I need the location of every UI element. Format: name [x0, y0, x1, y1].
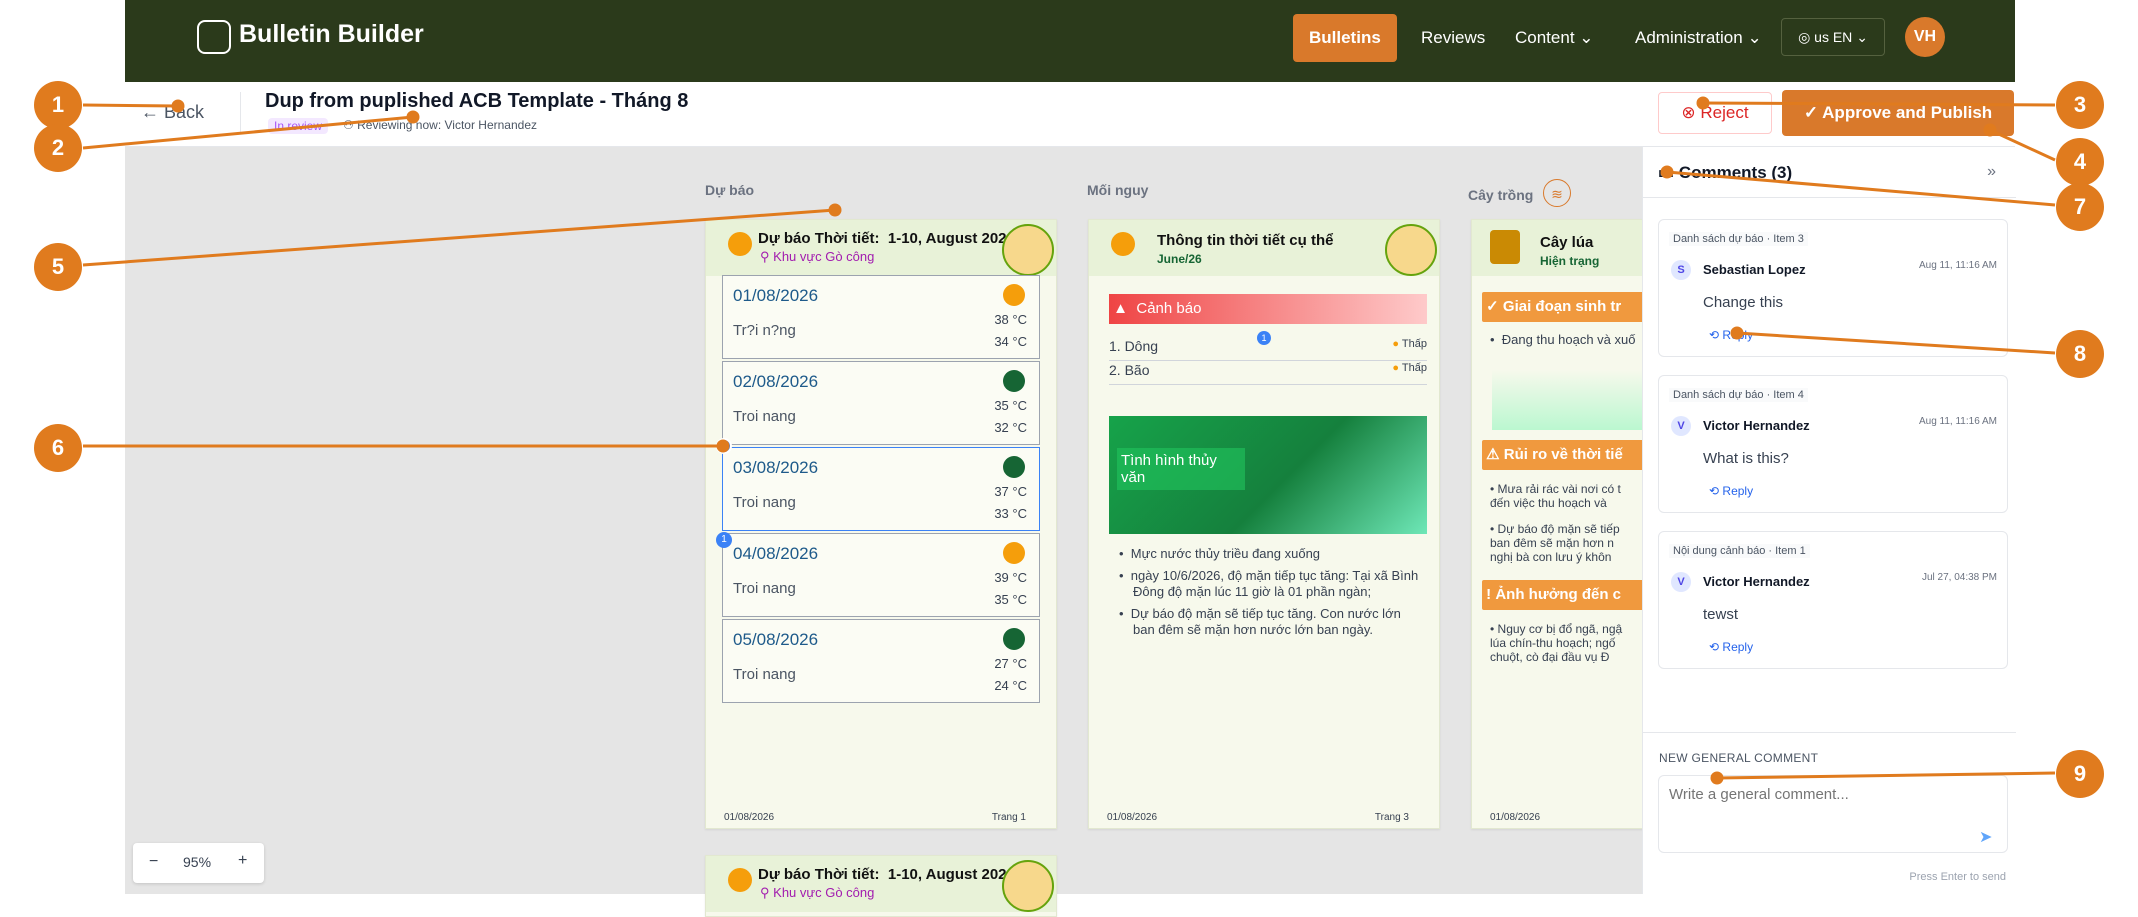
- annotation-marker-3: 3: [2056, 81, 2104, 129]
- annotation-marker-6: 6: [34, 424, 82, 472]
- annotation-marker-5: 5: [34, 243, 82, 291]
- annotation-marker-2: 2: [34, 124, 82, 172]
- annotation-marker-1: 1: [34, 81, 82, 129]
- annotation-marker-7: 7: [2056, 183, 2104, 231]
- annotation-marker-8: 8: [2056, 330, 2104, 378]
- annotation-marker-9: 9: [2056, 750, 2104, 798]
- annotation-lines: [82, 96, 2056, 785]
- annotation-marker-4: 4: [2056, 138, 2104, 186]
